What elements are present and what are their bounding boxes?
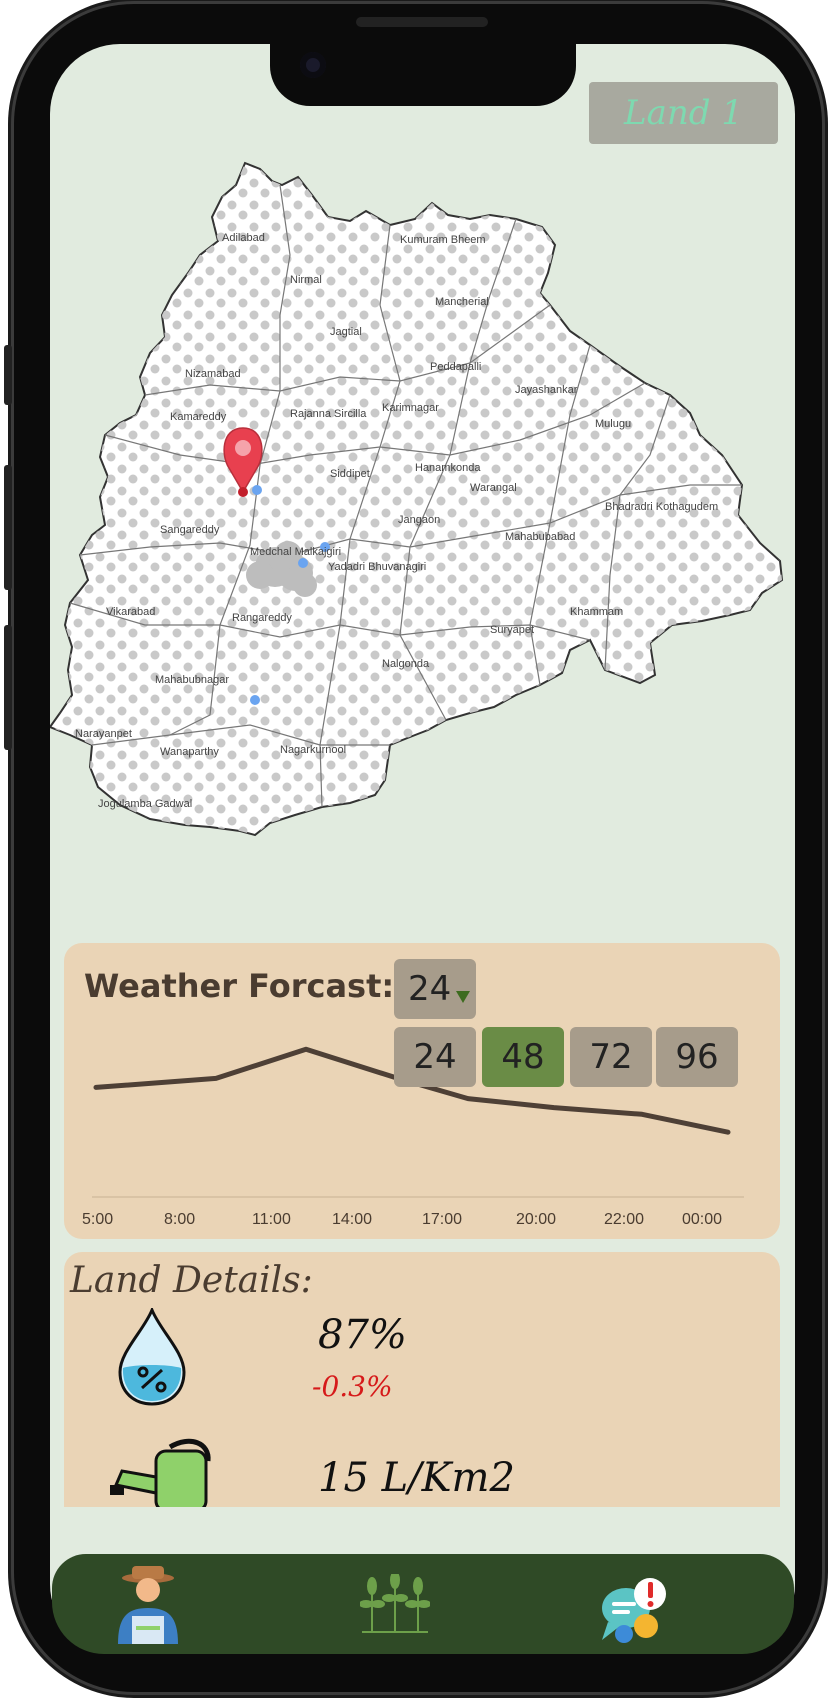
label-yadadri-bhuvanagiri: Yadadri Bhuvanagiri (328, 561, 426, 573)
label-rangareddy: Rangareddy (232, 612, 292, 624)
label-nalgonda: Nalgonda (382, 658, 430, 670)
tab-crops[interactable] (359, 1571, 431, 1636)
label-narayanpet: Narayanpet (75, 728, 132, 740)
label-mahabubnagar: Mahabubnagar (155, 674, 229, 686)
label-karimnagar: Karimnagar (382, 402, 439, 414)
land-details-title: Land Details: (70, 1260, 313, 1301)
moisture-change: -0.3% (312, 1370, 393, 1403)
telangana-map[interactable]: Adilabad Kumuram Bheem Nirmal Mancherial… (50, 155, 795, 900)
x-tick-label: 14:00 (332, 1211, 372, 1228)
water-drop-percent-icon (118, 1308, 186, 1406)
label-kumuram-bheem: Kumuram Bheem (400, 234, 486, 246)
label-mulugu: Mulugu (595, 418, 631, 430)
hour-dropdown-value: 24 (408, 969, 452, 1009)
label-jagtial: Jagtial (330, 326, 362, 338)
label-kamareddy: Kamareddy (170, 411, 227, 423)
label-adilabad: Adilabad (222, 232, 265, 244)
land-selector-button[interactable]: Land 1 (589, 82, 778, 144)
watering-can-icon (110, 1438, 211, 1507)
label-jangaon: Jangaon (398, 514, 440, 526)
label-mahabubabad: Mahabubabad (505, 531, 575, 543)
front-camera (300, 52, 326, 78)
hour-option-96[interactable]: 96 (656, 1027, 738, 1087)
x-tick-label: 8:00 (164, 1211, 195, 1228)
hour-dropdown[interactable]: 24 (394, 959, 476, 1019)
water-value: 15 L/Km2 (318, 1455, 515, 1501)
weather-title: Weather Forcast: (84, 967, 395, 1005)
moisture-value: 87% (318, 1312, 407, 1358)
mute-switch (4, 345, 12, 405)
weather-card: 5:00 8:00 11:00 14:00 17:00 20:00 22:00 00:00 W… (64, 943, 780, 1239)
label-khammam: Khammam (570, 606, 623, 618)
hour-option-48[interactable]: 48 (482, 1027, 564, 1087)
chat-alert-icon (602, 1578, 666, 1643)
label-sangareddy: Sangareddy (160, 524, 220, 536)
label-nirmal: Nirmal (290, 274, 322, 286)
x-tick-label: 17:00 (422, 1211, 462, 1228)
x-tick-label: 20:00 (516, 1211, 556, 1228)
volume-down-button (4, 625, 12, 750)
tab-farmer[interactable] (114, 1564, 182, 1644)
x-tick-label: 11:00 (252, 1211, 291, 1228)
label-jogulamba-gadwal: Jogulamba Gadwal (98, 798, 192, 810)
label-bhadradri-kothagudem: Bhadradri Kothagudem (605, 501, 718, 513)
x-tick-label: 22:00 (604, 1211, 644, 1228)
land-details-card: Land Details: 87% -0.3% 15 L/Km2 (64, 1252, 780, 1507)
label-wanaparthy: Wanaparthy (160, 746, 219, 758)
label-peddapalli: Peddapalli (430, 361, 481, 373)
label-vikarabad: Vikarabad (106, 606, 155, 618)
tab-alerts[interactable] (598, 1574, 670, 1644)
label-nizamabad: Nizamabad (185, 368, 241, 380)
caret-down-icon (456, 991, 470, 1003)
x-tick-label: 5:00 (82, 1211, 113, 1228)
label-siddipet: Siddipet (330, 468, 370, 480)
label-warangal: Warangal (470, 482, 517, 494)
x-tick-label: 00:00 (682, 1211, 722, 1228)
bottom-tab-bar (52, 1554, 794, 1654)
label-jayashankar: Jayashankar (515, 384, 578, 396)
farmer-icon (118, 1566, 178, 1644)
label-mancherial: Mancherial (435, 296, 489, 308)
label-nagarkurnool: Nagarkurnool (280, 744, 346, 756)
label-hanamkonda: Hanamkonda (415, 462, 481, 474)
volume-up-button (4, 465, 12, 590)
label-rajanna-sircilla: Rajanna Sircilla (290, 408, 367, 420)
label-suryapet: Suryapet (490, 624, 534, 636)
hour-option-72[interactable]: 72 (570, 1027, 652, 1087)
wheat-icon (359, 1571, 431, 1633)
label-medchal-malkajgiri: Medchal Malkajgiri (250, 546, 341, 558)
speaker-grille (356, 17, 488, 27)
hour-option-24[interactable]: 24 (394, 1027, 476, 1087)
